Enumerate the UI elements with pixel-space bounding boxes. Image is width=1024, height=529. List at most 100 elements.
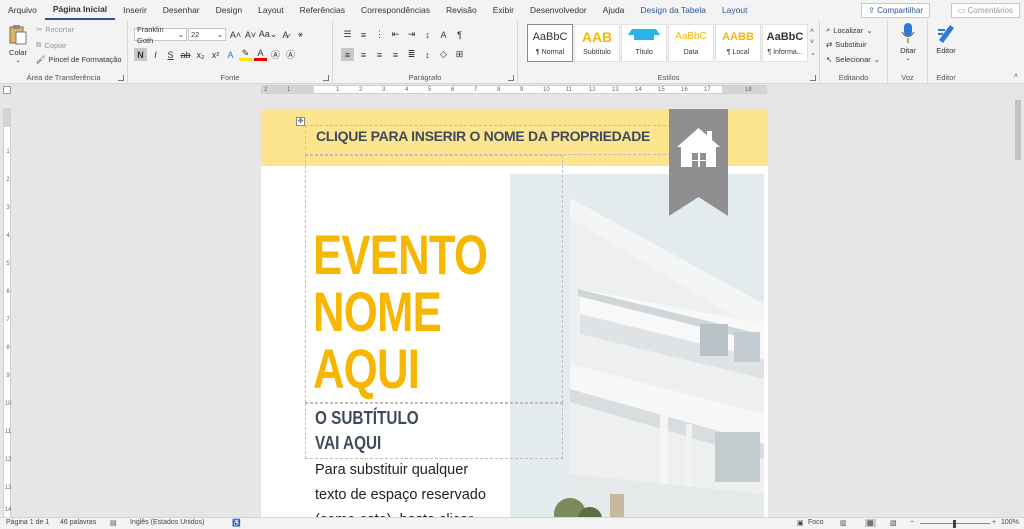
tab-revisao[interactable]: Revisão [438, 0, 485, 20]
highlight-icon[interactable]: ✎ [239, 48, 252, 61]
proofing-icon[interactable]: ▤ [110, 519, 117, 527]
align-left-icon[interactable]: ≡ [341, 48, 354, 61]
document-page[interactable]: ✥ CLIQUE PARA INSERIR O NOME DA PROPRIED… [261, 109, 768, 517]
sort-icon[interactable]: ↕ [421, 28, 434, 41]
align-center-icon[interactable]: ≡ [357, 48, 370, 61]
word-count[interactable]: 46 palavras [60, 519, 96, 526]
tab-exibir[interactable]: Exibir [485, 0, 522, 20]
strikethrough-icon[interactable]: ab [179, 48, 192, 61]
share-button[interactable]: ⇪ Compartilhar [861, 3, 930, 18]
bullets-icon[interactable]: ☰ [341, 28, 354, 41]
style-local[interactable]: AABB ¶ Local [715, 24, 761, 62]
multilevel-list-icon[interactable]: ⋮ [373, 28, 386, 41]
vertical-ruler[interactable]: 1 2 3 4 5 6 7 8 9 10 11 12 13 14 [3, 108, 11, 518]
zoom-level[interactable]: 100% [1001, 519, 1019, 526]
editor-button[interactable]: Editor [931, 22, 961, 55]
styles-scroll[interactable]: ˄ ˅ ⌄ [810, 26, 816, 59]
tab-design[interactable]: Design [208, 0, 250, 20]
style-data[interactable]: AaBbC Data [668, 24, 714, 62]
line-spacing-icon[interactable]: ↕ [421, 48, 434, 61]
collapse-ribbon-icon[interactable]: ˄ [1014, 73, 1018, 80]
tab-design-da-tabela[interactable]: Design da Tabela [632, 0, 714, 20]
find-button[interactable]: ⌕ Localizar ⌄ [826, 25, 873, 35]
font-shading-icon[interactable]: Ⓐ [269, 48, 282, 61]
justify-icon[interactable]: ≡ [389, 48, 402, 61]
comments-button[interactable]: ▭ Comentários [950, 3, 1020, 18]
web-layout-icon[interactable]: ▧ [890, 519, 897, 527]
table-move-handle[interactable]: ✥ [296, 117, 305, 126]
scrollbar-thumb[interactable] [1015, 100, 1021, 160]
cut-button[interactable]: ✂ Recortar [36, 25, 74, 34]
styles-launcher[interactable] [810, 75, 816, 81]
font-color-icon[interactable]: A [254, 48, 267, 61]
focus-icon[interactable]: ▣ [797, 519, 804, 527]
print-layout-icon[interactable]: ▦ [865, 519, 876, 527]
decrease-indent-icon[interactable]: ⇤ [389, 28, 402, 41]
style-informacoes[interactable]: AaBbC ¶ Informa... [762, 24, 808, 62]
tab-arquivo[interactable]: Arquivo [0, 0, 45, 20]
property-name[interactable]: CLIQUE PARA INSERIR O NOME DA PROPRIEDAD… [316, 128, 650, 144]
tab-desenhar[interactable]: Desenhar [155, 0, 208, 20]
distributed-icon[interactable]: ≣ [405, 48, 418, 61]
paragraph-launcher[interactable] [508, 75, 514, 81]
paste-button[interactable]: Colar ⌄ [6, 24, 30, 64]
shrink-font-icon[interactable]: A˅ [244, 28, 257, 41]
clear-format-icon[interactable]: A̷ [279, 28, 292, 41]
enclose-char-icon[interactable]: Ⓐ [284, 48, 297, 61]
replace-button[interactable]: ⇄ Substituir [826, 40, 867, 49]
superscript-icon[interactable]: x² [209, 48, 222, 61]
subscript-icon[interactable]: x₂ [194, 48, 207, 61]
accessibility-icon[interactable]: ♿ [232, 519, 241, 527]
tab-inserir[interactable]: Inserir [115, 0, 155, 20]
tab-ajuda[interactable]: Ajuda [595, 0, 633, 20]
focus-button[interactable]: Foco [808, 519, 824, 526]
event-title[interactable]: EVENTO NOME AQUI [313, 226, 488, 397]
tab-selector[interactable] [3, 86, 11, 94]
underline-button[interactable]: S [164, 48, 177, 61]
dictate-button[interactable]: Ditar ⌄ [893, 22, 923, 62]
styles-group: AaBbC ¶ Normal AAB Subtítulo Título AaBbC D… [518, 20, 820, 84]
style-titulo[interactable]: Título [621, 24, 667, 62]
style-subtitulo[interactable]: AAB Subtítulo [574, 24, 620, 62]
font-size-dropdown[interactable]: 22 ⌄ [188, 28, 226, 41]
italic-button[interactable]: I [149, 48, 162, 61]
ruler-margin-top [4, 109, 10, 127]
event-subtitle[interactable]: O SUBTÍTULO VAI AQUI [315, 406, 419, 456]
tab-correspondencias[interactable]: Correspondências [353, 0, 438, 20]
select-button[interactable]: ↖ Selecionar ⌄ [826, 55, 880, 64]
pilcrow-icon[interactable]: ¶ [453, 28, 466, 41]
font-launcher[interactable] [323, 75, 329, 81]
tab-layout[interactable]: Layout [250, 0, 292, 20]
style-normal[interactable]: AaBbC ¶ Normal [527, 24, 573, 62]
numbering-icon[interactable]: ≡ [357, 28, 370, 41]
tab-pagina-inicial[interactable]: Página Inicial [44, 0, 116, 20]
format-painter-button[interactable]: 🖌 Pincel de Formatação [36, 55, 121, 64]
read-mode-icon[interactable]: ▥ [840, 519, 847, 527]
clipboard-launcher[interactable] [118, 75, 124, 81]
bold-button[interactable]: N [134, 48, 147, 61]
cursor-icon: ↖ [826, 55, 833, 64]
copy-button[interactable]: ⧉ Copiar [36, 40, 66, 50]
tab-layout-tabela[interactable]: Layout [714, 0, 756, 20]
zoom-out-icon[interactable]: − [910, 519, 914, 526]
text-effect-icon[interactable]: A [224, 48, 237, 61]
grow-font-icon[interactable]: A˄ [229, 28, 242, 41]
language-status[interactable]: Inglês (Estados Unidos) [130, 519, 204, 526]
horizontal-ruler[interactable]: 2 1 1 2 3 4 5 6 7 8 9 10 11 12 13 14 15 … [261, 85, 767, 94]
body-text[interactable]: Para substituir qualquer texto de espaço… [315, 458, 515, 517]
asian-layout-icon[interactable]: A [437, 28, 450, 41]
zoom-slider-handle[interactable] [953, 520, 956, 528]
tab-desenvolvedor[interactable]: Desenvolvedor [522, 0, 595, 20]
text-effects-icon[interactable]: ⚹ [294, 28, 307, 41]
increase-indent-icon[interactable]: ⇥ [405, 28, 418, 41]
tab-referencias[interactable]: Referências [292, 0, 353, 20]
align-right-icon[interactable]: ≡ [373, 48, 386, 61]
zoom-in-icon[interactable]: + [992, 519, 996, 526]
shading-icon[interactable]: ◇ [437, 48, 450, 61]
page-count[interactable]: Página 1 de 1 [6, 519, 49, 526]
font-name-dropdown[interactable]: Franklin Goth ⌄ [134, 25, 187, 45]
change-case-icon[interactable]: Aa⌄ [259, 28, 278, 41]
vertical-scrollbar[interactable] [1012, 96, 1024, 516]
voice-group: Ditar ⌄ Voz [888, 20, 928, 84]
borders-icon[interactable]: ⊞ [453, 48, 466, 61]
